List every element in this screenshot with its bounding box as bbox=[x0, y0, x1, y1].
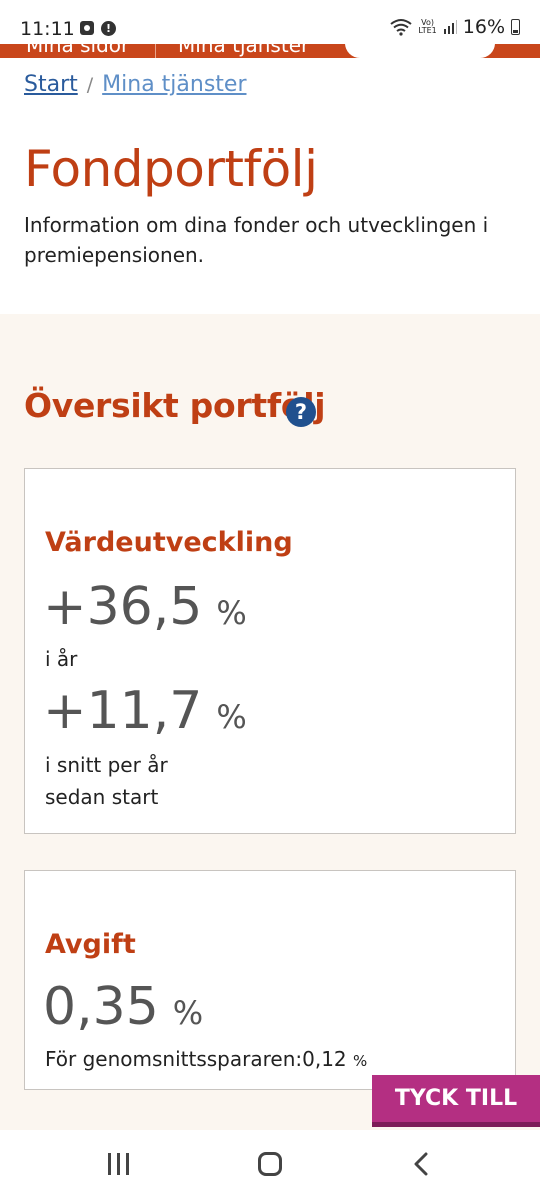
value-development-card: Värdeutveckling +36,5 % i år +11,7 % i s… bbox=[24, 468, 516, 834]
year-return-number: +36,5 bbox=[43, 577, 203, 637]
back-icon[interactable] bbox=[412, 1152, 432, 1176]
average-fee-text: För genomsnittsspararen:0,12 % bbox=[45, 1043, 367, 1077]
system-navigation-bar bbox=[0, 1130, 540, 1200]
average-fee-label: För genomsnittsspararen: bbox=[45, 1047, 303, 1071]
breadcrumb-current-link[interactable]: Mina tjänster bbox=[102, 72, 246, 97]
status-time: 11:11 bbox=[20, 18, 75, 40]
average-return-label-1: i snitt per år bbox=[45, 753, 168, 777]
notification-app-icon bbox=[80, 21, 94, 35]
breadcrumb-start-link[interactable]: Start bbox=[24, 72, 78, 97]
fee-number: 0,35 bbox=[43, 977, 159, 1037]
feedback-button[interactable]: TYCK TILL bbox=[372, 1075, 540, 1127]
overview-title: Översikt portfölj bbox=[24, 386, 326, 425]
average-return-number: +11,7 bbox=[43, 681, 203, 741]
nav-item-mina-sidor[interactable]: Mina sidor bbox=[26, 44, 129, 57]
page-intro: Information om dina fonder och utvecklin… bbox=[24, 213, 489, 267]
average-return-value: +11,7 % bbox=[43, 681, 247, 741]
value-development-heading: Värdeutveckling bbox=[45, 527, 293, 558]
signal-icon bbox=[443, 20, 457, 34]
breadcrumb-separator: / bbox=[86, 74, 94, 96]
breadcrumb: Start / Mina tjänster bbox=[24, 72, 247, 97]
fee-value: 0,35 % bbox=[43, 977, 203, 1037]
battery-percent: 16% bbox=[462, 16, 505, 38]
average-return-unit: % bbox=[216, 698, 247, 736]
average-fee-value: 0,12 bbox=[302, 1047, 347, 1071]
fee-card: Avgift 0,35 % För genomsnittsspararen:0,… bbox=[24, 870, 516, 1090]
top-navigation: Mina sidor Mina tjänster bbox=[0, 44, 540, 58]
year-return-value: +36,5 % bbox=[43, 577, 247, 637]
average-return-label-2: sedan start bbox=[45, 785, 159, 809]
battery-icon bbox=[511, 19, 520, 35]
year-return-unit: % bbox=[216, 594, 247, 632]
page-title: Fondportfölj bbox=[24, 140, 318, 198]
home-button[interactable] bbox=[258, 1152, 282, 1176]
lte-indicator: Vo) LTE1 bbox=[418, 18, 437, 35]
fee-unit: % bbox=[172, 994, 204, 1032]
nav-item-mina-tjanster[interactable]: Mina tjänster bbox=[178, 44, 309, 57]
fee-heading: Avgift bbox=[45, 929, 136, 960]
nav-login-button[interactable] bbox=[345, 44, 495, 58]
help-icon[interactable]: ? bbox=[286, 397, 316, 427]
status-bar: 11:11 ! Vo) LTE1 16% bbox=[0, 0, 540, 44]
year-return-label: i år bbox=[45, 647, 78, 671]
status-right: Vo) LTE1 16% bbox=[390, 16, 520, 38]
recents-button[interactable] bbox=[108, 1153, 130, 1175]
alert-icon: ! bbox=[101, 21, 116, 36]
nav-divider bbox=[155, 44, 156, 58]
wifi-icon bbox=[390, 19, 412, 36]
average-fee-unit: % bbox=[353, 1052, 368, 1070]
